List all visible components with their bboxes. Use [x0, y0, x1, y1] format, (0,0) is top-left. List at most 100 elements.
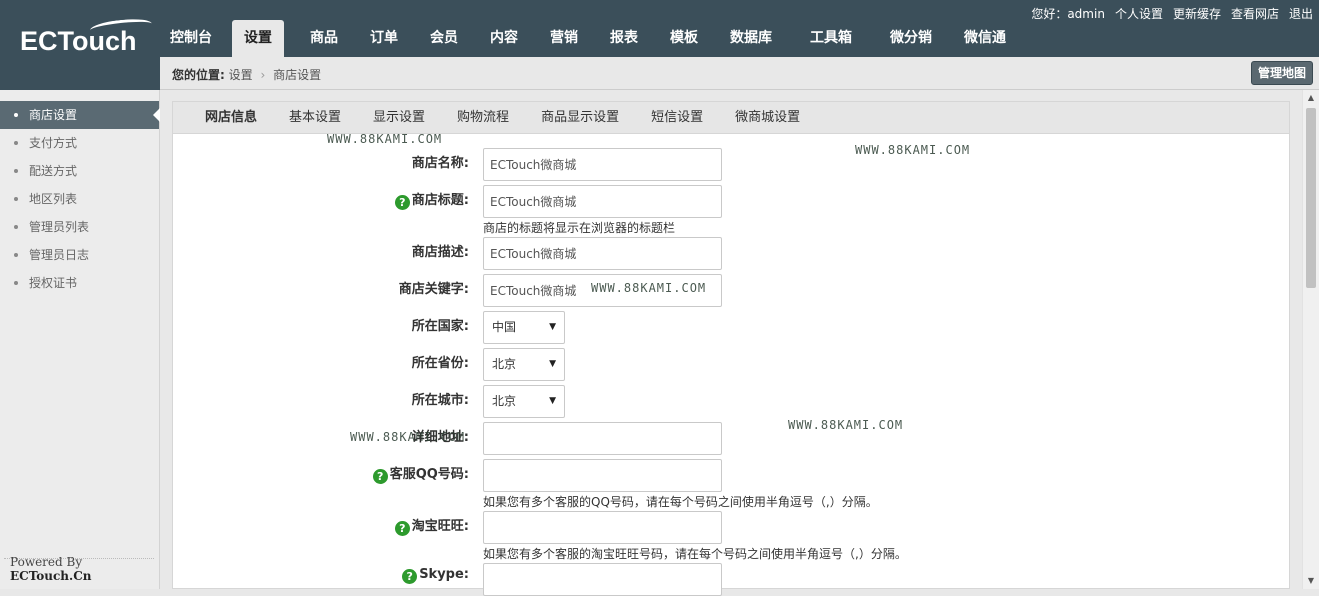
sidebar-item-payment[interactable]: 支付方式 — [0, 129, 159, 157]
scroll-up-arrow-icon[interactable]: ▲ — [1303, 90, 1319, 106]
sidebar-item-label: 授权证书 — [29, 276, 78, 290]
breadcrumb-prefix: 您的位置: — [172, 68, 225, 82]
qq-label-text: 客服QQ号码: — [389, 467, 469, 482]
view-shop-link[interactable]: 查看网店 — [1231, 5, 1279, 22]
skype-label: ? Skype: — [402, 567, 469, 584]
skype-input[interactable] — [483, 563, 722, 596]
wangwang-label: ? 淘宝旺旺: — [394, 515, 469, 536]
page-scrollbar[interactable]: ▲ ▼ — [1302, 90, 1319, 589]
dropdown-arrow-icon: ▼ — [549, 396, 556, 406]
qq-input[interactable] — [483, 459, 722, 492]
ectouch-logo[interactable]: ECTouch — [20, 16, 153, 57]
scroll-down-arrow-icon[interactable]: ▼ — [1303, 573, 1319, 589]
help-icon[interactable]: ? — [394, 521, 410, 536]
nav-marketing[interactable]: 营销 — [538, 20, 590, 57]
nav-reports[interactable]: 报表 — [598, 20, 650, 57]
scroll-thumb[interactable] — [1306, 108, 1316, 288]
wangwang-input[interactable] — [483, 511, 722, 544]
qq-label: ? 客服QQ号码: — [372, 463, 469, 484]
bullet-icon — [14, 141, 18, 145]
sidebar-item-shipping[interactable]: 配送方式 — [0, 157, 159, 185]
sitemap-button[interactable]: 管理地图 — [1250, 61, 1313, 85]
nav-dashboard[interactable]: 控制台 — [158, 20, 224, 57]
shop-desc-label: 商店描述: — [411, 245, 469, 260]
nav-content[interactable]: 内容 — [478, 20, 530, 57]
skype-label-text: Skype: — [419, 567, 469, 582]
country-select[interactable]: 中国 ▼ — [483, 311, 565, 344]
bullet-icon — [14, 197, 18, 201]
refresh-cache-link[interactable]: 更新缓存 — [1173, 5, 1221, 22]
sidebar-item-label: 支付方式 — [29, 136, 78, 150]
help-icon[interactable]: ? — [402, 569, 418, 584]
qq-hint: 如果您有多个客服的QQ号码，请在每个号码之间使用半角逗号（,）分隔。 — [483, 495, 878, 509]
shop-title-hint: 商店的标题将显示在浏览器的标题栏 — [483, 221, 676, 235]
country-select-value: 中国 — [492, 320, 517, 334]
country-label: 所在国家: — [411, 319, 469, 334]
shop-desc-input[interactable] — [483, 237, 722, 270]
top-links: 您好：admin 个人设置 更新缓存 查看网店 退出 — [1031, 5, 1313, 22]
city-select-value: 北京 — [492, 394, 517, 408]
sidebar-item-admin-logs[interactable]: 管理员日志 — [0, 241, 159, 269]
watermark-text: WWW.88KAMI.COM — [855, 143, 971, 157]
bullet-icon — [14, 281, 18, 285]
nav-wechat[interactable]: 微信通 — [952, 20, 1018, 57]
powered-brand[interactable]: ECTouch.Cn — [10, 569, 91, 583]
sidebar-item-label: 管理员列表 — [29, 220, 90, 234]
sidebar-item-label: 管理员日志 — [29, 248, 90, 262]
shop-keywords-label: 商店关键字: — [398, 282, 469, 297]
sidebar-item-label: 商店设置 — [29, 108, 78, 122]
nav-toolbox[interactable]: 工具箱 — [798, 20, 864, 57]
address-input[interactable] — [483, 422, 722, 455]
breadcrumb-separator: › — [260, 68, 266, 82]
wangwang-label-text: 淘宝旺旺: — [411, 519, 469, 534]
tab-goods-display[interactable]: 商品显示设置 — [525, 102, 635, 133]
personal-settings-link[interactable]: 个人设置 — [1115, 5, 1163, 22]
city-select[interactable]: 北京 ▼ — [483, 385, 565, 418]
breadcrumb: 您的位置: 设置 › 商店设置 — [172, 66, 321, 83]
province-select-value: 北京 — [492, 357, 517, 371]
shop-name-input[interactable] — [483, 148, 722, 181]
nav-members[interactable]: 会员 — [418, 20, 470, 57]
watermark-text: WWW.88KAMI.COM — [788, 418, 904, 432]
shop-name-label: 商店名称: — [411, 156, 469, 171]
bullet-icon — [14, 169, 18, 173]
bullet-icon — [14, 253, 18, 257]
dropdown-arrow-icon: ▼ — [549, 359, 556, 369]
breadcrumb-bar: 您的位置: 设置 › 商店设置 管理地图 — [160, 57, 1319, 90]
bullet-icon — [14, 225, 18, 229]
sidebar: 商店设置 支付方式 配送方式 地区列表 管理员列表 管理员日志 授权证书 Pow… — [0, 90, 160, 589]
help-icon[interactable]: ? — [394, 195, 410, 210]
shop-title-label: ? 商店标题: — [394, 189, 469, 210]
sidebar-item-label: 配送方式 — [29, 164, 78, 178]
tab-wemall-settings[interactable]: 微商城设置 — [719, 102, 816, 133]
shop-title-input[interactable] — [483, 185, 722, 218]
greeting-admin: 您好：admin — [1031, 7, 1105, 21]
nav-distribution[interactable]: 微分销 — [878, 20, 944, 57]
nav-settings[interactable]: 设置 — [232, 20, 284, 57]
sidebar-item-admins[interactable]: 管理员列表 — [0, 213, 159, 241]
sidebar-item-shop-settings[interactable]: 商店设置 — [0, 101, 160, 129]
labels-column: 商店名称: ? 商店标题: 商店描述: 商店关键字: 所在国家: 所在省份: 所在… — [173, 102, 469, 590]
dropdown-arrow-icon: ▼ — [549, 322, 556, 332]
shop-keywords-input[interactable] — [483, 274, 722, 307]
help-icon[interactable]: ? — [372, 469, 388, 484]
sidebar-item-regions[interactable]: 地区列表 — [0, 185, 159, 213]
tab-sms-settings[interactable]: 短信设置 — [635, 102, 719, 133]
sidebar-item-license[interactable]: 授权证书 — [0, 269, 159, 297]
main-nav: 控制台 设置 商品 订单 会员 内容 营销 报表 模板 数据库 工具箱 微分销 … — [158, 20, 1026, 57]
address-label: 详细地址: — [411, 430, 469, 445]
sidebar-item-label: 地区列表 — [29, 192, 78, 206]
nav-database[interactable]: 数据库 — [718, 20, 784, 57]
nav-goods[interactable]: 商品 — [298, 20, 350, 57]
nav-orders[interactable]: 订单 — [358, 20, 410, 57]
nav-templates[interactable]: 模板 — [658, 20, 710, 57]
powered-by: Powered By ECTouch.Cn — [10, 555, 159, 583]
province-label: 所在省份: — [411, 356, 469, 371]
content-panel: 网店信息 基本设置 显示设置 购物流程 商品显示设置 短信设置 微商城设置 商店… — [172, 101, 1290, 596]
breadcrumb-item-settings[interactable]: 设置 — [229, 68, 253, 82]
powered-prefix: Powered By — [10, 555, 83, 569]
province-select[interactable]: 北京 ▼ — [483, 348, 565, 381]
breadcrumb-item-shop-settings: 商店设置 — [273, 68, 322, 82]
logout-link[interactable]: 退出 — [1289, 5, 1313, 22]
bullet-icon — [14, 113, 18, 117]
